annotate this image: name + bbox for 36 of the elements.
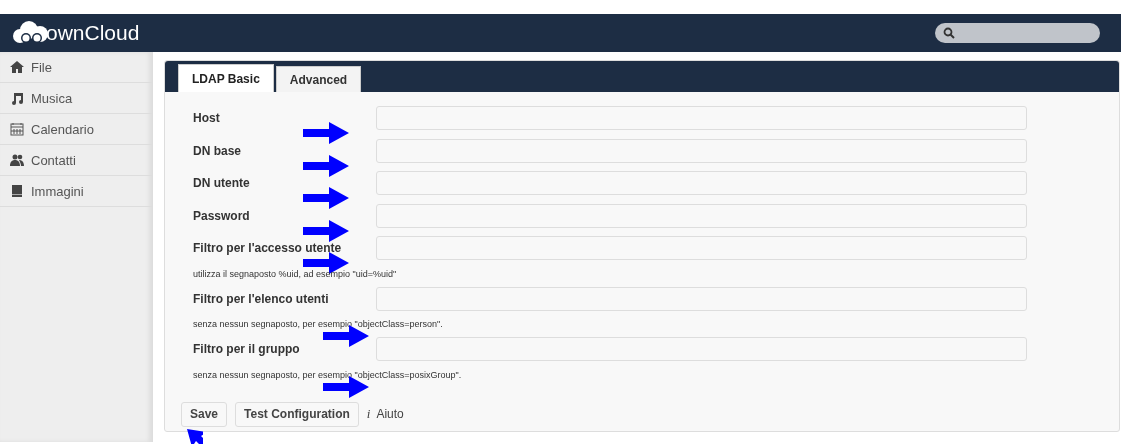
tab[interactable]: Advanced [275,66,362,92]
sidebar-item[interactable]: Calendario [0,114,152,145]
input-field[interactable] [376,138,1027,163]
input-field[interactable] [376,236,1027,261]
field-label: Filtro per l'elenco utenti [193,291,330,306]
book-icon [10,184,24,198]
search-icon [943,27,955,39]
input-field[interactable] [376,286,1027,311]
tab[interactable]: LDAP Basic [178,64,274,92]
field-label: Host [193,111,221,126]
calendar-icon [10,122,24,136]
search-field[interactable] [935,23,1100,43]
sidebar-item[interactable]: Contatti [0,145,152,176]
info-icon: i [366,406,371,422]
input-field[interactable] [376,171,1027,196]
music-note-icon [10,91,24,105]
people-icon [10,153,24,167]
hint-text: utilizza il segnaposto %uid, ad esempio "uid=%uid" [193,268,397,279]
button[interactable]: Test Configuration [235,401,359,427]
logo-text: ownCloud [46,21,140,45]
sidebar-item[interactable]: Musica [0,83,152,114]
input-field[interactable] [376,203,1027,228]
input-field[interactable] [376,337,1027,362]
field-label: DN base [193,143,243,158]
hint-text: senza nessun segnaposto, per esempio "objectClass=posixGroup". [193,369,462,380]
input-field[interactable] [376,106,1027,131]
home-icon [10,60,24,74]
field-label: Password [193,208,251,223]
field-label: Filtro per l'accesso utente [193,241,343,256]
sidebar-item[interactable]: Immagini [0,176,152,207]
button[interactable]: Save [181,401,228,427]
help-link[interactable]: i Aiuto [366,406,404,422]
hint-text: senza nessun segnaposto, per esempio "objectClass=person". [193,319,443,329]
field-label: DN utente [193,176,251,191]
field-label: Filtro per il gruppo [193,342,301,357]
sidebar-item[interactable]: File [0,52,152,83]
